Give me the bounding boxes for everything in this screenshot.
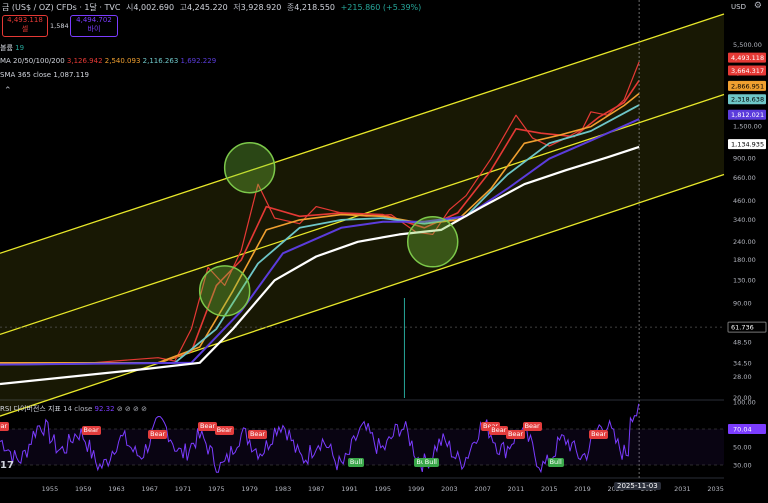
close-value: 4,218.550	[294, 3, 336, 12]
y-tick-label: 5,500.00	[733, 41, 762, 49]
price-tag-label: 1,812.021	[731, 111, 764, 119]
chart-stage: 5,500.003,500.001,500.00900.00660.00460.…	[0, 0, 768, 499]
rsi-signal-bear: Bear	[81, 426, 101, 435]
price-tag-label: 2,318.638	[731, 96, 764, 104]
x-tick-label: 1955	[42, 485, 59, 493]
header-bar: 금 (US$ / OZ) CFDs · 1달 · TVC 시4,002.690 …	[2, 2, 424, 16]
currency-label[interactable]: USD	[731, 3, 746, 11]
sma-value: 1,087.119	[53, 71, 89, 79]
x-tick-label: 1995	[375, 485, 392, 493]
high-value: 4,245.220	[187, 3, 228, 12]
price-tag-label: 2,866.951	[731, 82, 764, 90]
buy-label: 바이	[87, 25, 101, 33]
x-tick-label: 2003	[441, 485, 458, 493]
y-tick-label: 180.00	[733, 256, 756, 264]
rsi-value: 92.32	[94, 405, 115, 413]
y-tick-label: 340.00	[733, 216, 756, 224]
x-tick-label: 2015	[541, 485, 558, 493]
rsi-tick-label: 100.00	[733, 399, 756, 407]
x-tick-label: 1979	[241, 485, 258, 493]
y-tick-label: 240.00	[733, 238, 756, 246]
collapse-chevron-icon[interactable]: ⌃	[4, 86, 12, 96]
y-tick-label: 130.00	[733, 276, 756, 284]
rsi-signal-bear: Bear	[148, 430, 168, 439]
x-tick-label: 2035	[707, 485, 724, 493]
chart-canvas: 5,500.003,500.001,500.00900.00660.00460.…	[0, 0, 768, 499]
rsi-tick-label: 70.04	[733, 425, 752, 433]
sell-button[interactable]: 4,493.118 셀	[2, 15, 48, 37]
rsi-signal-bear: Bear	[214, 426, 234, 435]
rsi-label: RSI 다이버전스 지표	[0, 405, 61, 413]
x-tick-label: 1983	[275, 485, 292, 493]
ma200-value: 1,692.229	[180, 57, 217, 65]
x-tick-label: 1991	[341, 485, 358, 493]
rsi-legend[interactable]: RSI 다이버전스 지표 14 close 92.32 ⊘ ⊘ ⊘ ⊘	[0, 404, 147, 414]
sell-price: 4,493.118	[7, 16, 43, 24]
rsi-signal-bull: Bull	[347, 458, 365, 467]
sma-legend[interactable]: SMA 365 close 1,087.119	[0, 71, 89, 79]
volume-value: 19	[15, 44, 25, 52]
price-tag-label: 3,664.317	[731, 67, 764, 75]
ma-legend[interactable]: MA 20/50/100/200 3,126.942 2,540.093 2,1…	[0, 57, 216, 65]
x-tick-label: 1987	[308, 485, 325, 493]
y-tick-label: 48.50	[733, 338, 752, 346]
rsi-signal-bear: Bear	[505, 430, 526, 439]
y-tick-label: 900.00	[733, 155, 756, 163]
x-tick-label: 1963	[108, 485, 125, 493]
sell-label: 셀	[21, 25, 29, 33]
y-tick-label: 460.00	[733, 197, 756, 205]
x-tick-label: 2007	[474, 485, 491, 493]
x-tick-label: 2019	[574, 485, 591, 493]
rsi-tick-label: 30.00	[733, 462, 752, 470]
price-tag-label: 4,493.118	[731, 54, 764, 62]
rsi-signal-bear: Bear	[589, 430, 609, 439]
low-value: 3,928.920	[240, 3, 282, 12]
buy-button[interactable]: 4,494.702 바이	[70, 15, 118, 37]
highlight-circle-0	[223, 141, 276, 194]
rsi-signal-bear: Bear	[247, 430, 268, 439]
price-tag-label: 61.736	[731, 324, 754, 332]
x-tick-label: 2031	[674, 485, 691, 493]
y-tick-label: 34.50	[733, 360, 752, 368]
ma50-value: 2,540.093	[104, 57, 141, 65]
rsi-signal-bear: Bear	[0, 422, 10, 431]
rsi-signal-bear: Bear	[522, 422, 542, 431]
x-tick-label: 2011	[508, 485, 525, 493]
rsi-params: 14 close	[63, 405, 93, 413]
rsi-tick-label: 50.00	[733, 444, 752, 452]
volume-legend[interactable]: 볼륨 19	[0, 43, 24, 53]
low-label: 저	[233, 3, 241, 12]
price-tag-label: 1,134.935	[731, 141, 764, 149]
spread-value: 1,584	[50, 22, 69, 30]
rsi-signal-bull: Bull	[422, 458, 439, 467]
ma-label: MA 20/50/100/200	[0, 57, 65, 65]
open-value: 4,002.690	[133, 3, 175, 12]
x-tick-label: 1999	[408, 485, 425, 493]
y-tick-label: 90.00	[733, 299, 752, 307]
highlight-circle-1	[198, 265, 251, 317]
x-tick-label: 1959	[75, 485, 92, 493]
settings-gear-icon[interactable]: ⚙	[754, 1, 762, 11]
x-tick-label: 1975	[208, 485, 225, 493]
volume-label: 볼륨	[0, 44, 13, 52]
high-label: 고	[179, 3, 188, 12]
y-tick-label: 28.00	[733, 373, 752, 381]
cursor-date-label: 2025-11-03	[614, 482, 661, 490]
y-tick-label: 1,500.00	[733, 123, 762, 131]
rsi-signal-bull: Bull	[547, 458, 564, 467]
rsi-toggle-icons[interactable]: ⊘ ⊘ ⊘ ⊘	[117, 405, 147, 413]
tradingview-logo: 17	[0, 460, 14, 471]
x-tick-label: 1971	[175, 485, 192, 493]
change-value: +215.860 (+5.39%)	[340, 3, 422, 12]
ma20-value: 3,126.942	[66, 57, 103, 65]
ma100-value: 2,116.263	[142, 57, 179, 65]
chart-title[interactable]: 금 (US$ / OZ) CFDs · 1달 · TVC	[2, 3, 120, 12]
y-tick-label: 660.00	[733, 174, 756, 182]
x-tick-label: 1967	[142, 485, 159, 493]
buy-price: 4,494.702	[76, 16, 112, 24]
sma-label: SMA 365 close	[0, 71, 52, 79]
highlight-circle-2	[406, 216, 459, 268]
